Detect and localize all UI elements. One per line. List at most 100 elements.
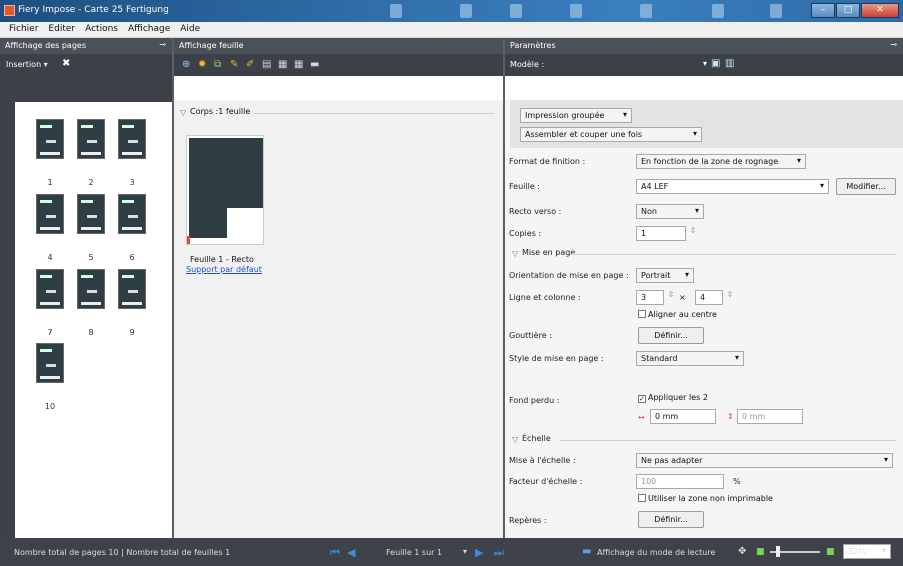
page-thumbnail[interactable] [118, 119, 146, 159]
modifier-button[interactable]: Modifier... [836, 178, 896, 195]
next-sheet-icon[interactable]: ▶ [475, 546, 483, 559]
totals-text: Nombre total de pages 10 | Nombre total … [14, 548, 231, 557]
fond-h-input[interactable]: 0 mm [650, 409, 716, 424]
page-thumbnail[interactable] [118, 269, 146, 309]
crop-marks-icon[interactable]: ⧉ [214, 59, 221, 70]
collapse-icon[interactable]: ▽ [512, 435, 518, 444]
percent-label: % [733, 477, 741, 486]
fond-perdu-label: Fond perdu : [509, 396, 560, 405]
window-title: Fiery Impose - Carte 25 Fertigung [18, 5, 169, 15]
page-thumbnail[interactable] [36, 194, 64, 234]
zoom-dropdown[interactable]: 32% [843, 544, 891, 559]
zone-checkbox[interactable]: Utiliser la zone non imprimable [638, 494, 773, 503]
fond-v-input[interactable]: 0 mm [737, 409, 803, 424]
menu-actions[interactable]: Actions [80, 22, 123, 37]
last-sheet-icon[interactable]: ⏭ [494, 546, 504, 560]
appliquer-checkbox[interactable]: ✓ Appliquer les 2 [638, 393, 708, 403]
prev-sheet-icon[interactable]: ◀ [347, 546, 355, 559]
zoom-out-icon[interactable]: ■ [756, 547, 765, 557]
taskbar-icon [390, 4, 402, 18]
facteur-input[interactable]: 100 [636, 474, 724, 489]
vertical-bleed-icon: ↕ [727, 412, 734, 421]
aligner-checkbox[interactable]: Aligner au centre [638, 310, 717, 319]
grid-icon[interactable]: ▦ [278, 59, 287, 70]
sheet-nav-dropdown-icon[interactable]: ▾ [463, 547, 467, 556]
page-thumbnail[interactable] [77, 119, 105, 159]
checkbox-box[interactable]: ✓ [638, 395, 646, 403]
page-thumbnail[interactable] [36, 343, 64, 383]
marker-icon[interactable]: ✐ [246, 59, 254, 70]
page-thumbnail[interactable] [36, 269, 64, 309]
reader-mode-icon[interactable]: ▬ [582, 546, 591, 557]
zoom-in-icon[interactable]: ■ [826, 547, 835, 557]
page-thumbnail[interactable] [77, 269, 105, 309]
page-number: 7 [47, 328, 53, 337]
lignes-input[interactable]: 3 [636, 290, 664, 305]
zoom-slider-handle[interactable] [776, 546, 780, 557]
page-thumbnail[interactable] [77, 194, 105, 234]
collapse-icon[interactable]: ▽ [180, 108, 186, 117]
close-button[interactable]: ✕ [861, 3, 899, 18]
format-finition-dropdown[interactable]: En fonction de la zone de rognage [636, 154, 806, 169]
checkbox-box[interactable] [638, 494, 646, 502]
copies-label: Copies : [509, 229, 542, 238]
sheet-panel-title: Affichage feuille [179, 41, 244, 50]
reperes-define-button[interactable]: Définir... [638, 511, 704, 528]
colonnes-input[interactable]: 4 [695, 290, 723, 305]
menu-fichier[interactable]: Fichier [4, 22, 43, 37]
gouttiere-define-button[interactable]: Définir... [638, 327, 704, 344]
copies-input[interactable]: 1 [636, 226, 686, 241]
delete-icon[interactable]: ✖ [62, 58, 70, 69]
pin-icon[interactable]: ⊸ [159, 40, 166, 49]
aligner-label: Aligner au centre [648, 310, 717, 319]
feuille-label: Feuille : [509, 182, 540, 191]
colonnes-stepper[interactable]: ⇳ [725, 290, 735, 304]
feuille-dropdown[interactable]: A4 LEF [636, 179, 829, 194]
settings-icon[interactable]: ✹ [198, 59, 206, 70]
style-dropdown[interactable]: Standard [636, 351, 744, 366]
model-dropdown-arrow[interactable]: ▾ [703, 59, 707, 68]
delete-model-icon[interactable]: ▥ [725, 58, 734, 69]
echelle-section: Échelle [522, 434, 551, 443]
folder-icon[interactable]: ▬ [310, 59, 319, 70]
page-number: 3 [129, 178, 135, 187]
lignes-stepper[interactable]: ⇳ [666, 290, 676, 304]
pen-icon[interactable]: ✎ [230, 59, 238, 70]
sheet-section-label: Corps :1 feuille [190, 107, 251, 116]
sheet-nav-text: Feuille 1 sur 1 [386, 548, 443, 557]
checkbox-box[interactable] [638, 310, 646, 318]
facteur-label: Facteur d'échelle : [509, 477, 583, 486]
document-icon[interactable]: ▤ [262, 59, 271, 70]
gouttiere-label: Gouttière : [509, 331, 552, 340]
page-thumbnail[interactable] [118, 194, 146, 234]
minimize-button[interactable]: – [811, 3, 835, 18]
support-link[interactable]: Support par défaut [186, 265, 262, 274]
first-sheet-icon[interactable]: ⏮ [330, 546, 340, 560]
assembler-dropdown[interactable]: Assembler et couper une fois [520, 127, 702, 142]
add-icon[interactable]: ⊕ [182, 59, 190, 70]
collapse-icon[interactable]: ▽ [512, 249, 518, 258]
move-icon[interactable]: ✥ [738, 546, 746, 557]
menu-aide[interactable]: Aide [175, 22, 205, 37]
pages-panel-title: Affichage des pages [5, 41, 86, 50]
title-bar: Fiery Impose - Carte 25 Fertigung – □ ✕ [0, 0, 903, 22]
orientation-dropdown[interactable]: Portrait [636, 268, 694, 283]
save-icon[interactable]: ▣ [711, 58, 720, 69]
insertion-dropdown[interactable]: Insertion ▾ [6, 60, 48, 69]
menu-affichage[interactable]: Affichage [123, 22, 175, 37]
menu-editer[interactable]: Editer [43, 22, 80, 37]
maximize-button[interactable]: □ [836, 3, 860, 18]
impression-dropdown[interactable]: Impression groupée [520, 108, 632, 123]
divider [570, 254, 896, 255]
page-number: 2 [88, 178, 94, 187]
recto-verso-dropdown[interactable]: Non [636, 204, 704, 219]
sheet-thumbnail[interactable] [186, 135, 264, 245]
taskbar-icon [510, 4, 522, 18]
reader-mode-text[interactable]: Affichage du mode de lecture [597, 548, 715, 557]
grid-alt-icon[interactable]: ▦ [294, 59, 303, 70]
pin-icon[interactable]: ⊸ [890, 40, 897, 49]
page-number: 6 [129, 253, 135, 262]
copies-stepper[interactable]: ⇳ [688, 226, 698, 240]
page-thumbnail[interactable] [36, 119, 64, 159]
mise-echelle-dropdown[interactable]: Ne pas adapter [636, 453, 893, 468]
